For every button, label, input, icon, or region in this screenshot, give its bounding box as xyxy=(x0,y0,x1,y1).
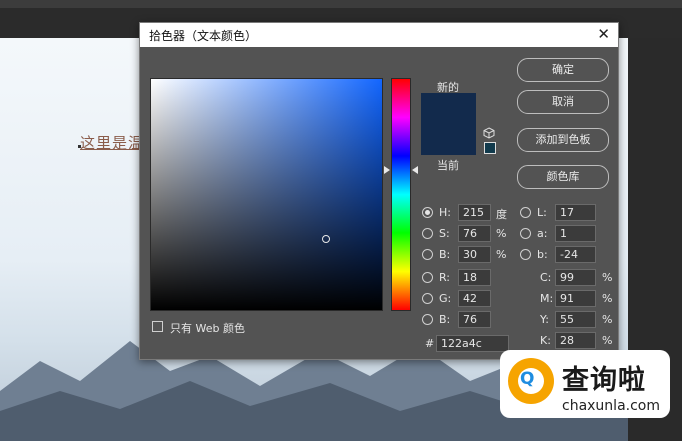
web-safe-swatch[interactable] xyxy=(484,142,496,154)
close-icon[interactable]: ✕ xyxy=(597,25,610,43)
lab-b-field[interactable]: -24 xyxy=(555,246,596,263)
s-field[interactable]: 76 xyxy=(458,225,491,242)
dialog-titlebar[interactable]: 拾色器（文本颜色） ✕ xyxy=(140,23,618,47)
b-label: B: xyxy=(439,248,451,261)
h-radio[interactable] xyxy=(422,207,433,218)
blue-field[interactable]: 76 xyxy=(458,311,491,328)
h-unit: 度 xyxy=(496,208,507,221)
h-field[interactable]: 215 xyxy=(458,204,491,221)
k-unit: % xyxy=(602,334,613,347)
g-field[interactable]: 42 xyxy=(458,290,491,307)
c-field[interactable]: 99 xyxy=(555,269,596,286)
hex-label: # xyxy=(425,337,435,350)
m-unit: % xyxy=(602,292,613,305)
h-label: H: xyxy=(439,206,451,219)
dialog-title: 拾色器（文本颜色） xyxy=(149,29,258,43)
k-label: K: xyxy=(540,334,551,347)
color-picker-dialog: 拾色器（文本颜色） ✕ 新的 当前 确定 取消 添加到色板 颜色库 H: 215… xyxy=(139,22,619,360)
lab-b-label: b: xyxy=(537,248,548,261)
a-field[interactable]: 1 xyxy=(555,225,596,242)
m-label: M: xyxy=(540,292,554,305)
watermark-subtitle: chaxunla.com xyxy=(562,398,660,414)
r-radio[interactable] xyxy=(422,272,433,283)
app-top-bar xyxy=(0,0,682,8)
blue-radio[interactable] xyxy=(422,314,433,325)
ok-button[interactable]: 确定 xyxy=(517,58,609,82)
text-cursor xyxy=(78,145,81,148)
r-field[interactable]: 18 xyxy=(458,269,491,286)
s-label: S: xyxy=(439,227,450,240)
s-unit: % xyxy=(496,227,507,240)
cube-icon[interactable] xyxy=(483,127,495,139)
l-label: L: xyxy=(537,206,547,219)
l-field[interactable]: 17 xyxy=(555,204,596,221)
color-libraries-button[interactable]: 颜色库 xyxy=(517,165,609,189)
b-field[interactable]: 30 xyxy=(458,246,491,263)
s-radio[interactable] xyxy=(422,228,433,239)
l-radio[interactable] xyxy=(520,207,531,218)
web-only-label: 只有 Web 颜色 xyxy=(170,322,245,335)
y-label: Y: xyxy=(540,313,549,326)
document-text: 这里是温 xyxy=(80,134,145,152)
color-field[interactable] xyxy=(150,78,383,311)
c-unit: % xyxy=(602,271,613,284)
y-field[interactable]: 55 xyxy=(555,311,596,328)
b-radio[interactable] xyxy=(422,249,433,260)
r-label: R: xyxy=(439,271,451,284)
k-field[interactable]: 28 xyxy=(555,332,596,349)
current-color-label: 当前 xyxy=(437,159,459,172)
cancel-button[interactable]: 取消 xyxy=(517,90,609,114)
m-field[interactable]: 91 xyxy=(555,290,596,307)
a-radio[interactable] xyxy=(520,228,531,239)
g-label: G: xyxy=(439,292,452,305)
hue-slider-left-arrow-icon[interactable] xyxy=(384,166,390,174)
lab-b-radio[interactable] xyxy=(520,249,531,260)
hex-field[interactable]: 122a4c xyxy=(436,335,509,352)
hue-slider[interactable] xyxy=(391,78,411,311)
a-label: a: xyxy=(537,227,548,240)
watermark-title: 查询啦 xyxy=(562,365,646,396)
color-field-marker[interactable] xyxy=(322,235,330,243)
current-color-swatch[interactable] xyxy=(421,125,476,155)
g-radio[interactable] xyxy=(422,293,433,304)
web-only-checkbox[interactable] xyxy=(152,321,163,332)
b-unit: % xyxy=(496,248,507,261)
hue-slider-right-arrow-icon[interactable] xyxy=(412,166,418,174)
y-unit: % xyxy=(602,313,613,326)
c-label: C: xyxy=(540,271,552,284)
blue-label: B: xyxy=(439,313,451,326)
add-to-swatches-button[interactable]: 添加到色板 xyxy=(517,128,609,152)
watermark-logo-letter: Q xyxy=(520,369,535,389)
new-color-swatch xyxy=(421,93,476,125)
